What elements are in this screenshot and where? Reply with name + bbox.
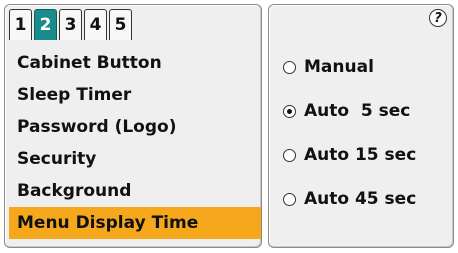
option-auto-5-sec[interactable]: Auto 5 sec <box>283 89 416 133</box>
menu-item-password-logo[interactable]: Password (Logo) <box>9 111 261 143</box>
tab-2[interactable]: 2 <box>34 9 57 40</box>
menu-panel: 1 2 3 4 5 Cabinet Button Sleep Timer Pas… <box>4 4 262 248</box>
tab-1[interactable]: 1 <box>9 9 32 40</box>
option-auto-5-sec-label: Auto 5 sec <box>304 101 411 121</box>
radio-auto-45-sec[interactable] <box>283 192 296 206</box>
help-icon[interactable]: ? <box>429 9 447 27</box>
tab-bar: 1 2 3 4 5 <box>9 9 134 40</box>
menu-list: Cabinet Button Sleep Timer Password (Log… <box>9 47 261 239</box>
radio-selected-dot <box>287 108 292 114</box>
menu-item-cabinet-button[interactable]: Cabinet Button <box>9 47 261 79</box>
display-time-options: Manual Auto 5 sec Auto 15 sec Auto 45 se… <box>283 45 416 221</box>
menu-item-menu-display-time[interactable]: Menu Display Time <box>9 207 261 239</box>
option-auto-45-sec-label: Auto 45 sec <box>304 189 417 209</box>
option-auto-15-sec-label: Auto 15 sec <box>304 145 417 165</box>
radio-manual[interactable] <box>283 60 296 74</box>
option-auto-15-sec[interactable]: Auto 15 sec <box>283 133 416 177</box>
tab-3[interactable]: 3 <box>59 9 82 40</box>
tab-5[interactable]: 5 <box>109 9 132 40</box>
option-manual[interactable]: Manual <box>283 45 416 89</box>
options-panel: ? Manual Auto 5 sec Auto 15 sec Auto 45 … <box>268 4 454 248</box>
option-auto-45-sec[interactable]: Auto 45 sec <box>283 177 416 221</box>
radio-auto-5-sec[interactable] <box>283 104 296 118</box>
radio-auto-15-sec[interactable] <box>283 148 296 162</box>
option-manual-label: Manual <box>304 57 374 77</box>
tab-4[interactable]: 4 <box>84 9 107 40</box>
menu-item-security[interactable]: Security <box>9 143 261 175</box>
menu-item-background[interactable]: Background <box>9 175 261 207</box>
menu-item-sleep-timer[interactable]: Sleep Timer <box>9 79 261 111</box>
